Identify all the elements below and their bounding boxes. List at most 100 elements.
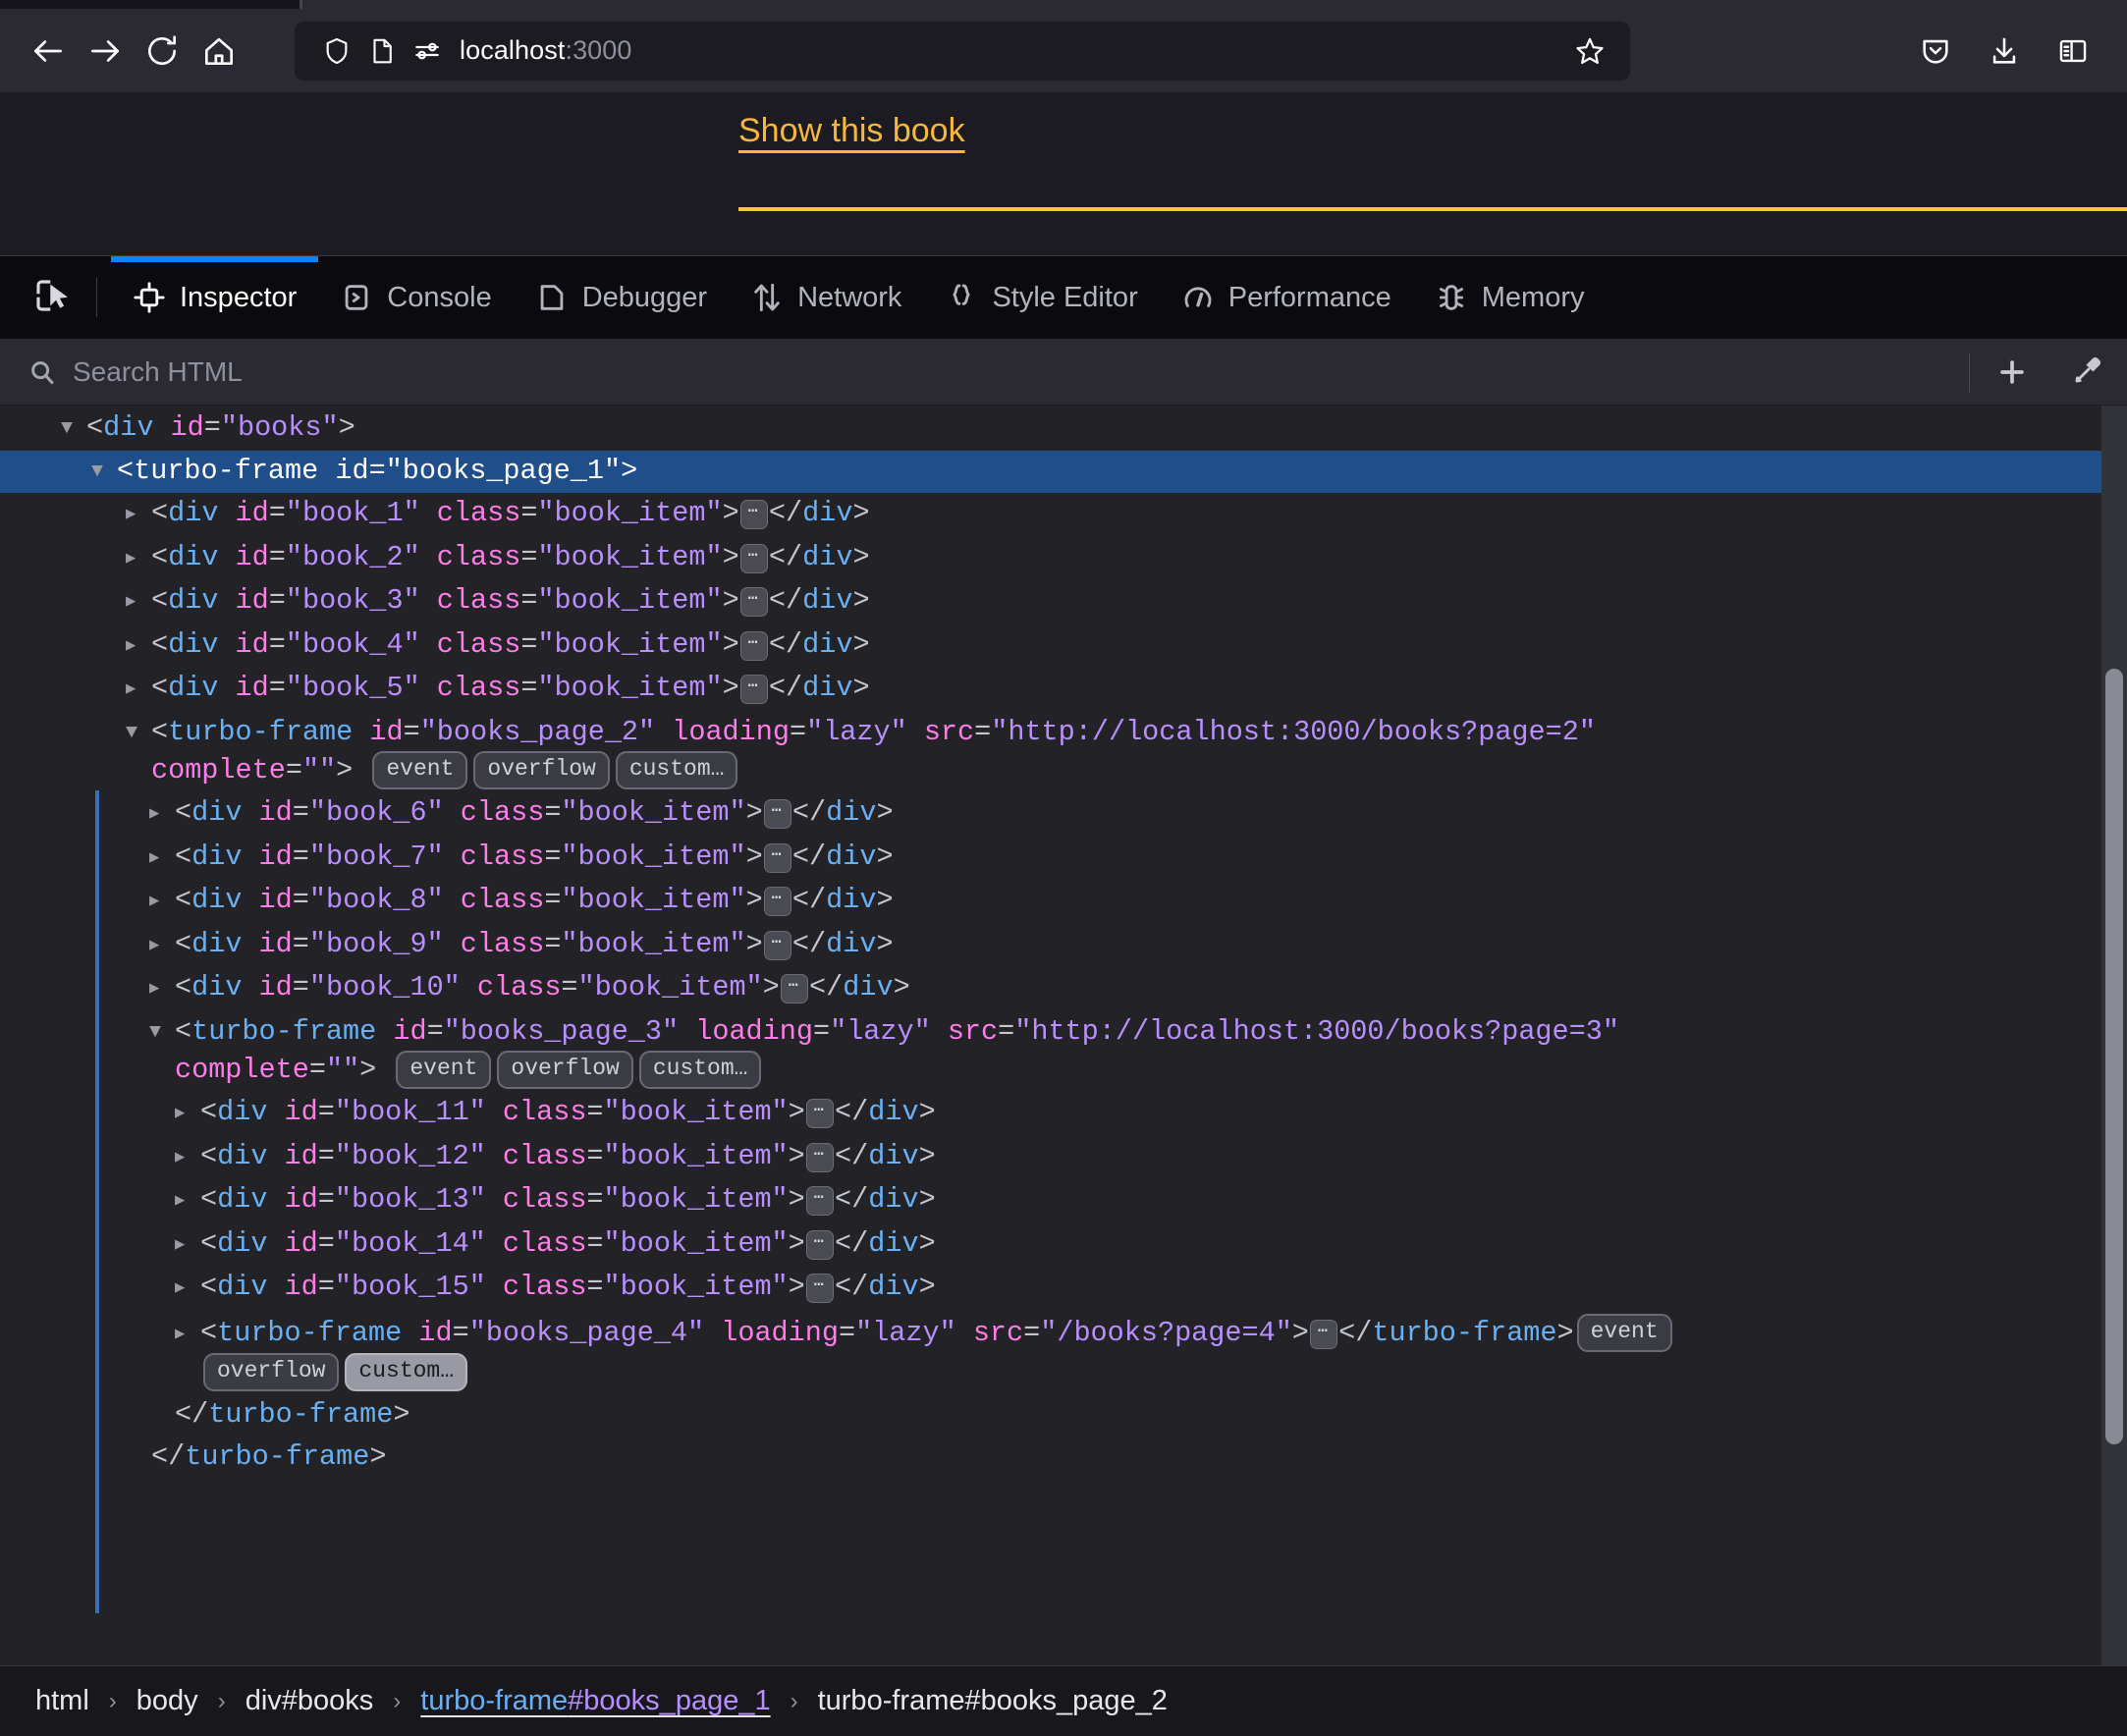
twisty-closed-icon[interactable] xyxy=(175,1183,200,1221)
dom-node-row[interactable]: <div id="book_15" class="book_item">⋯</d… xyxy=(0,1267,2127,1311)
twisty-closed-icon[interactable] xyxy=(126,541,151,578)
eyedropper-button[interactable] xyxy=(2050,339,2127,406)
dom-node-row[interactable]: <div id="book_13" class="book_item">⋯</d… xyxy=(0,1179,2127,1223)
show-this-book-link[interactable]: Show this book xyxy=(738,112,965,150)
attribute-name[interactable]: id xyxy=(259,796,293,829)
attribute-name[interactable]: class xyxy=(461,796,545,829)
attribute-name[interactable]: id xyxy=(236,584,269,617)
dom-node-row[interactable]: <turbo-frame id="books_page_2" loading="… xyxy=(0,712,2127,793)
attribute-name[interactable]: loading xyxy=(672,716,790,748)
dom-node-row[interactable]: <div id="book_3" class="book_item">⋯</di… xyxy=(0,580,2127,624)
node-badge[interactable]: event xyxy=(372,751,468,789)
pocket-button[interactable] xyxy=(1907,23,1964,80)
attribute-value[interactable]: "book_14" xyxy=(335,1227,486,1260)
attribute-name[interactable]: class xyxy=(477,971,562,1004)
attribute-value[interactable]: "book_item" xyxy=(604,1096,789,1128)
twisty-closed-icon[interactable] xyxy=(175,1140,200,1177)
tab-memory[interactable]: Memory xyxy=(1413,256,1607,339)
tag-name[interactable]: turbo-frame xyxy=(208,1398,393,1431)
attribute-name[interactable]: id xyxy=(236,672,269,704)
node-badge[interactable]: overflow xyxy=(473,751,610,789)
tag-name[interactable]: div xyxy=(191,884,242,916)
twisty-open-icon[interactable] xyxy=(126,716,151,752)
attribute-value[interactable]: "book_12" xyxy=(335,1140,486,1172)
attribute-name[interactable]: complete xyxy=(175,1054,309,1086)
tag-name[interactable]: div xyxy=(217,1271,267,1303)
url-text[interactable]: localhost:3000 xyxy=(450,35,1567,66)
tab-debugger[interactable]: Debugger xyxy=(514,256,729,339)
attribute-value[interactable]: "lazy" xyxy=(806,716,907,748)
attribute-name[interactable]: id xyxy=(171,411,204,444)
node-badge[interactable]: event xyxy=(1576,1313,1672,1352)
dom-tree-scrollbar[interactable] xyxy=(2101,406,2127,1665)
attribute-value[interactable]: "books_page_1" xyxy=(386,455,621,487)
twisty-closed-icon[interactable] xyxy=(175,1271,200,1308)
twisty-closed-icon[interactable] xyxy=(149,971,175,1008)
back-button[interactable] xyxy=(20,23,77,80)
tab-inspector[interactable]: Inspector xyxy=(111,256,319,339)
tag-name[interactable]: div xyxy=(217,1096,267,1128)
attribute-name[interactable]: complete xyxy=(151,754,286,787)
expand-ellipsis-button[interactable]: ⋯ xyxy=(739,543,768,573)
attribute-name[interactable]: id xyxy=(236,541,269,573)
attribute-name[interactable]: id xyxy=(285,1096,318,1128)
element-picker-button[interactable] xyxy=(18,256,86,339)
attribute-value[interactable]: "books_page_4" xyxy=(469,1317,704,1349)
tag-name[interactable]: div xyxy=(168,672,218,704)
attribute-value[interactable]: "book_item" xyxy=(537,584,722,617)
node-badge[interactable]: overflow xyxy=(203,1353,340,1391)
expand-ellipsis-button[interactable]: ⋯ xyxy=(739,630,768,661)
attribute-name[interactable]: class xyxy=(503,1227,587,1260)
expand-ellipsis-button[interactable]: ⋯ xyxy=(805,1099,835,1128)
twisty-closed-icon[interactable] xyxy=(149,796,175,834)
tag-name[interactable]: div xyxy=(191,796,242,829)
attribute-name[interactable]: id xyxy=(259,884,293,916)
dom-node-row[interactable]: <div id="book_4" class="book_item">⋯</di… xyxy=(0,624,2127,669)
attribute-value[interactable]: "http://localhost:3000/books?page=3" xyxy=(1014,1015,1619,1048)
tag-name[interactable]: div xyxy=(217,1227,267,1260)
attribute-value[interactable]: "book_item" xyxy=(604,1140,789,1172)
active-tab[interactable] xyxy=(302,0,2127,9)
node-badge[interactable]: event xyxy=(396,1051,492,1089)
dom-node-row[interactable]: <div id="books"> xyxy=(0,407,2127,451)
attribute-value[interactable]: "" xyxy=(302,754,336,787)
attribute-name[interactable]: id xyxy=(236,628,269,661)
tab-style-editor[interactable]: Style Editor xyxy=(923,256,1159,339)
attribute-value[interactable]: "books_page_3" xyxy=(444,1015,679,1048)
expand-ellipsis-button[interactable]: ⋯ xyxy=(763,930,791,960)
attribute-value[interactable]: "book_2" xyxy=(286,541,420,573)
breadcrumb-item[interactable]: body xyxy=(131,1681,204,1721)
twisty-closed-icon[interactable] xyxy=(149,884,175,921)
expand-ellipsis-button[interactable]: ⋯ xyxy=(805,1142,835,1172)
twisty-closed-icon[interactable] xyxy=(175,1096,200,1133)
attribute-name[interactable]: loading xyxy=(721,1317,839,1349)
attribute-name[interactable]: class xyxy=(503,1096,587,1128)
attribute-value[interactable]: "" xyxy=(326,1054,359,1086)
attribute-value[interactable]: "book_4" xyxy=(286,628,420,661)
tag-name[interactable]: turbo-frame xyxy=(134,455,318,487)
dom-node-row[interactable]: </turbo-frame> xyxy=(0,1394,2127,1437)
attribute-value[interactable]: "book_1" xyxy=(286,497,420,529)
tab-performance[interactable]: Performance xyxy=(1160,256,1413,339)
attribute-value[interactable]: "book_8" xyxy=(309,884,444,916)
dom-node-row[interactable]: <turbo-frame id="books_page_4" loading="… xyxy=(0,1311,2127,1395)
tag-name[interactable]: div xyxy=(168,584,218,617)
dom-node-row[interactable]: <div id="book_2" class="book_item">⋯</di… xyxy=(0,537,2127,581)
twisty-closed-icon[interactable] xyxy=(126,672,151,709)
dom-node-row[interactable]: </turbo-frame> xyxy=(0,1437,2127,1479)
attribute-name[interactable]: class xyxy=(437,541,521,573)
attribute-value[interactable]: "book_item" xyxy=(537,672,722,704)
attribute-value[interactable]: "book_3" xyxy=(286,584,420,617)
page-icon[interactable] xyxy=(359,28,405,74)
attribute-value[interactable]: "book_5" xyxy=(286,672,420,704)
attribute-value[interactable]: "book_item" xyxy=(561,796,745,829)
dom-node-row[interactable]: <div id="book_14" class="book_item">⋯</d… xyxy=(0,1223,2127,1268)
reload-button[interactable] xyxy=(134,23,191,80)
attribute-name[interactable]: class xyxy=(503,1183,587,1216)
tag-name[interactable]: div xyxy=(168,541,218,573)
home-button[interactable] xyxy=(191,23,247,80)
tag-name[interactable]: turbo-frame xyxy=(185,1440,369,1473)
attribute-name[interactable]: loading xyxy=(695,1015,813,1048)
tag-name[interactable]: div xyxy=(168,628,218,661)
browser-tab-strip[interactable] xyxy=(0,0,2127,9)
